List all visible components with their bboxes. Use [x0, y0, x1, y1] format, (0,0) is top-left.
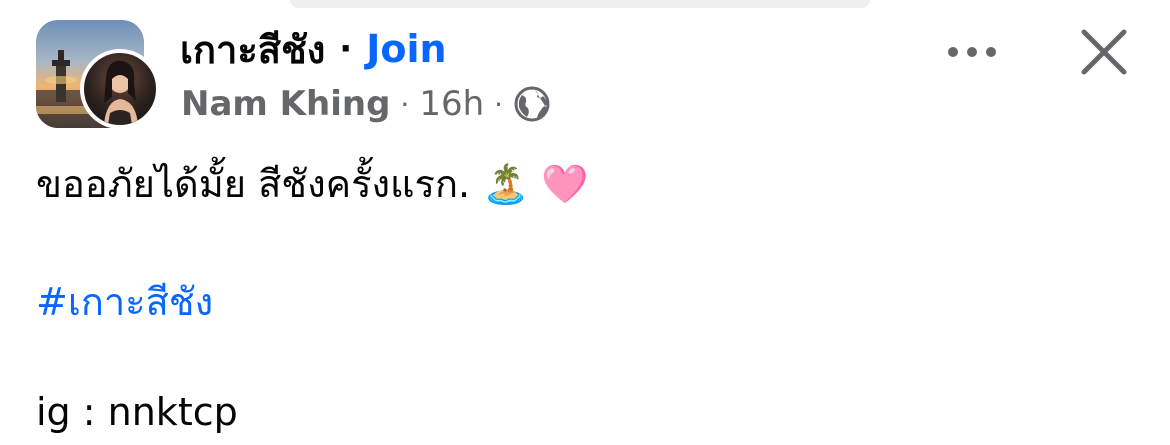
ig-handle-text: ig : nnktcp — [36, 390, 238, 434]
author-name[interactable]: Nam Khing — [181, 84, 390, 124]
post-meta: Nam Khing · 16h · — [181, 80, 551, 128]
post-text: ขออภัยได้มั้ย สีชังครั้งแรก. — [36, 162, 471, 206]
more-dot — [948, 47, 958, 57]
meta-separator: · — [400, 87, 410, 121]
close-icon[interactable] — [1078, 26, 1130, 78]
user-photo-image — [104, 60, 138, 125]
meta-separator-2: · — [494, 87, 504, 121]
group-name[interactable]: เกาะสีชัง — [180, 19, 325, 80]
hashtag-link[interactable]: #เกาะสีชัง — [36, 274, 213, 330]
hashtag-line: #เกาะสีชัง — [36, 273, 213, 331]
post-header-title: เกาะสีชัง · Join — [180, 22, 447, 76]
user-avatar[interactable] — [80, 49, 160, 129]
more-dot — [967, 47, 977, 57]
more-dot — [986, 47, 996, 57]
globe-icon — [513, 85, 551, 123]
heart-emoji: 🩷 — [541, 162, 589, 206]
top-bar-edge — [290, 0, 870, 8]
post-timestamp[interactable]: 16h — [419, 84, 484, 124]
ig-line: ig : nnktcp — [36, 383, 238, 441]
island-emoji: 🏝️ — [482, 162, 530, 206]
post-text-line: ขออภัยได้มั้ย สีชังครั้งแรก. 🏝️ 🩷 — [36, 155, 589, 213]
more-horizontal-icon[interactable] — [940, 32, 1004, 72]
join-button[interactable]: Join — [366, 27, 446, 71]
title-separator: · — [339, 29, 353, 69]
